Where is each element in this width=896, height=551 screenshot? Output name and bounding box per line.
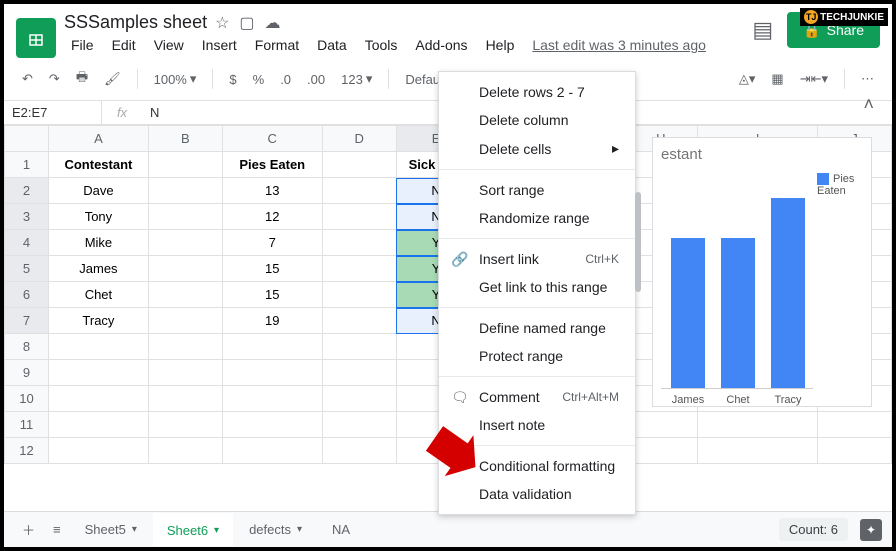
header: SSSamples sheet ☆ ▢ ☁ File Edit View Ins… [4, 4, 892, 58]
merge-button[interactable]: ⇥⇤▾ [794, 67, 834, 91]
ctx-delete-column[interactable]: Delete column [439, 106, 635, 134]
cell[interactable]: Contestant [48, 152, 148, 178]
explore-button[interactable]: ✦ [860, 519, 882, 541]
selection-count[interactable]: Count: 6 [779, 518, 848, 541]
zoom-select[interactable]: 100% ▾ [148, 67, 203, 91]
menu-view[interactable]: View [147, 35, 191, 55]
cell[interactable]: 15 [222, 256, 322, 282]
row-header[interactable]: 11 [5, 412, 49, 438]
menu-edit[interactable]: Edit [105, 35, 143, 55]
sheet-tab[interactable]: NA [318, 514, 364, 545]
borders-button[interactable]: ▦ [765, 67, 789, 91]
paint-format-button[interactable]: 🖌 [98, 67, 127, 91]
cell[interactable]: Pies Eaten [222, 152, 322, 178]
menu-help[interactable]: Help [479, 35, 522, 55]
cloud-icon[interactable]: ☁ [265, 13, 281, 33]
sheet-tab[interactable]: Sheet5▾ [71, 514, 151, 545]
cell[interactable]: Tracy [48, 308, 148, 334]
ctx-get-link[interactable]: Get link to this range [439, 273, 635, 301]
cell[interactable]: 19 [222, 308, 322, 334]
menu-addons[interactable]: Add-ons [408, 35, 474, 55]
watermark: TJTECHJUNKIE [800, 8, 888, 26]
chart-bar: James [671, 238, 705, 388]
currency-button[interactable]: $ [223, 68, 242, 91]
chart[interactable]: estant JamesChetTracy Pies Eaten [652, 137, 872, 407]
chart-legend: Pies Eaten [813, 169, 863, 389]
comment-icon: 🗨 [451, 389, 469, 406]
more-button[interactable]: ⋯ [855, 67, 880, 91]
row-header[interactable]: 7 [5, 308, 49, 334]
sheets-logo[interactable] [16, 18, 56, 58]
ctx-sort-range[interactable]: Sort range [439, 176, 635, 204]
all-sheets-button[interactable]: ≡ [45, 516, 69, 543]
menu-data[interactable]: Data [310, 35, 354, 55]
legend-swatch [817, 173, 829, 185]
menu-file[interactable]: File [64, 35, 101, 55]
add-sheet-button[interactable]: ＋ [14, 514, 43, 545]
ctx-protect-range[interactable]: Protect range [439, 342, 635, 370]
ctx-data-validation[interactable]: Data validation [439, 480, 635, 508]
col-header[interactable]: A [48, 126, 148, 152]
col-header[interactable]: B [148, 126, 222, 152]
star-icon[interactable]: ☆ [215, 13, 229, 33]
cell[interactable]: 13 [222, 178, 322, 204]
move-icon[interactable]: ▢ [239, 13, 254, 33]
ctx-delete-rows[interactable]: Delete rows 2 - 7 [439, 78, 635, 106]
chart-plot: James Chet Tracy [661, 169, 813, 389]
row-header[interactable]: 2 [5, 178, 49, 204]
callout-arrow [418, 424, 478, 484]
chart-bar-label: Tracy [758, 394, 818, 406]
ctx-comment[interactable]: 🗨CommentCtrl+Alt+M [439, 383, 635, 411]
cell[interactable]: Tony [48, 204, 148, 230]
menu-format[interactable]: Format [248, 35, 306, 55]
cell[interactable]: Dave [48, 178, 148, 204]
select-all-corner[interactable] [5, 126, 49, 152]
collapse-toolbar-button[interactable]: ˄ [863, 94, 874, 115]
last-edit-link[interactable]: Last edit was 3 minutes ago [525, 35, 713, 55]
percent-button[interactable]: % [247, 68, 271, 91]
menu-scrollbar[interactable] [635, 192, 641, 292]
ctx-delete-cells[interactable]: Delete cells▸ [439, 134, 635, 163]
sheet-tab-active[interactable]: Sheet6▾ [153, 513, 233, 546]
row-header[interactable]: 10 [5, 386, 49, 412]
col-header[interactable]: D [322, 126, 396, 152]
chart-bar: Chet [721, 238, 755, 388]
cell[interactable]: 15 [222, 282, 322, 308]
row-header[interactable]: 8 [5, 334, 49, 360]
ctx-insert-link[interactable]: 🔗Insert linkCtrl+K [439, 245, 635, 273]
fill-color-button[interactable]: ◬▾ [733, 67, 762, 91]
chart-title: estant [661, 146, 863, 163]
cell[interactable]: Mike [48, 230, 148, 256]
menu-tools[interactable]: Tools [358, 35, 405, 55]
row-header[interactable]: 1 [5, 152, 49, 178]
col-header[interactable]: C [222, 126, 322, 152]
dec-decrease-button[interactable]: .0 [274, 68, 297, 91]
row-header[interactable]: 12 [5, 438, 49, 464]
link-icon: 🔗 [451, 251, 468, 268]
undo-button[interactable]: ↶ [16, 67, 39, 91]
cell[interactable]: Chet [48, 282, 148, 308]
sheet-tab-bar: ＋ ≡ Sheet5▾ Sheet6▾ defects▾ NA Count: 6… [4, 511, 892, 547]
menu-insert[interactable]: Insert [195, 35, 244, 55]
fx-icon: fx [102, 101, 142, 124]
ctx-define-named-range[interactable]: Define named range [439, 314, 635, 342]
print-button[interactable]: 🖶 [70, 64, 94, 94]
sheet-tab[interactable]: defects▾ [235, 514, 316, 545]
ctx-randomize-range[interactable]: Randomize range [439, 204, 635, 232]
row-header[interactable]: 6 [5, 282, 49, 308]
row-header[interactable]: 5 [5, 256, 49, 282]
cell[interactable]: 7 [222, 230, 322, 256]
comments-button[interactable]: ▤ [752, 12, 773, 48]
redo-button[interactable]: ↷ [43, 67, 66, 91]
number-format-select[interactable]: 123 ▾ [335, 67, 378, 91]
cell[interactable]: James [48, 256, 148, 282]
row-header[interactable]: 3 [5, 204, 49, 230]
row-header[interactable]: 4 [5, 230, 49, 256]
document-title[interactable]: SSSamples sheet [64, 12, 207, 33]
dec-increase-button[interactable]: .00 [301, 68, 331, 91]
name-box[interactable]: E2:E7 [4, 101, 102, 124]
row-header[interactable]: 9 [5, 360, 49, 386]
chart-bar: Tracy [771, 198, 805, 388]
cell[interactable]: 12 [222, 204, 322, 230]
